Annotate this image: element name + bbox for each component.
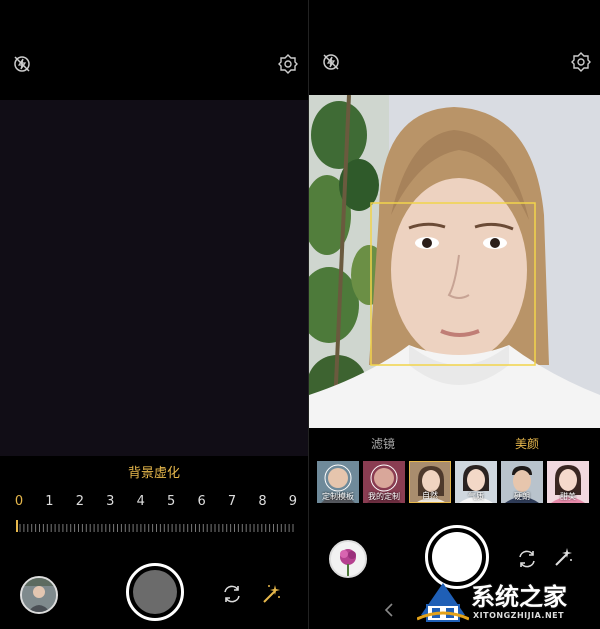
scale-value[interactable]: 5 — [160, 494, 182, 509]
tab-beauty[interactable]: 美颜 — [515, 435, 539, 452]
watermark-title: 系统之家 — [471, 583, 567, 611]
preset-tough[interactable]: 硬朗 — [501, 461, 543, 503]
preset-sweet[interactable]: 甜美 — [547, 461, 589, 503]
gallery-thumbnail[interactable] — [20, 576, 58, 614]
preset-label: 甜美 — [560, 492, 576, 501]
magic-wand-icon[interactable] — [551, 545, 575, 569]
scale-value[interactable]: 0 — [8, 494, 30, 509]
preset-my-custom[interactable]: 我的定制 — [363, 461, 405, 503]
preset-natural[interactable]: 自然 — [409, 461, 451, 503]
viewfinder[interactable] — [0, 100, 308, 456]
back-icon[interactable] — [377, 598, 401, 622]
scale-value[interactable]: 6 — [191, 494, 213, 509]
camera-preview[interactable] — [309, 95, 600, 428]
flash-off-icon[interactable] — [10, 52, 34, 76]
flash-off-icon[interactable] — [319, 50, 343, 74]
blur-scale[interactable]: 0 1 2 3 4 5 6 7 8 9 — [8, 494, 304, 509]
scale-value[interactable]: 4 — [130, 494, 152, 509]
scale-value[interactable]: 3 — [99, 494, 121, 509]
watermark-logo-icon — [417, 583, 469, 622]
preset-label: 硬朗 — [514, 492, 530, 501]
camera-screen-right: 滤镜 美颜 定制模板 我的定制 自然 气质 硬朗 甜美 系统之家 XITONGZ… — [309, 0, 600, 629]
background-blur-label: 背景虚化 — [127, 466, 180, 481]
blur-slider-ticks[interactable] — [16, 520, 296, 532]
shutter-inner — [133, 570, 177, 614]
preset-label: 我的定制 — [368, 492, 400, 501]
camera-screen-left: 背景虚化 0 1 2 3 4 5 6 7 8 9 — [0, 0, 308, 629]
scale-value[interactable]: 7 — [221, 494, 243, 509]
scale-value[interactable]: 9 — [282, 494, 304, 509]
scale-value[interactable]: 1 — [38, 494, 60, 509]
preset-label: 气质 — [468, 492, 484, 501]
watermark-url: XITONGZHIJIA.NET — [473, 611, 565, 620]
preset-label: 自然 — [422, 491, 438, 500]
beauty-preset-list: 定制模板 我的定制 自然 气质 硬朗 甜美 — [317, 461, 597, 503]
scale-value[interactable]: 2 — [69, 494, 91, 509]
preset-temperament[interactable]: 气质 — [455, 461, 497, 503]
settings-icon[interactable] — [276, 52, 300, 76]
preset-custom-template[interactable]: 定制模板 — [317, 461, 359, 503]
switch-camera-icon[interactable] — [515, 547, 539, 571]
preset-label: 定制模板 — [322, 492, 354, 501]
switch-camera-icon[interactable] — [220, 582, 244, 606]
settings-icon[interactable] — [569, 50, 593, 74]
gallery-thumbnail[interactable] — [329, 540, 367, 578]
mode-tabs: 滤镜 美颜 — [309, 435, 600, 451]
watermark: 系统之家 XITONGZHIJIA.NET — [417, 575, 600, 627]
magic-wand-icon[interactable] — [259, 582, 283, 606]
shutter-button[interactable] — [126, 563, 184, 621]
scale-value[interactable]: 8 — [252, 494, 274, 509]
tab-filter[interactable]: 滤镜 — [371, 435, 395, 452]
